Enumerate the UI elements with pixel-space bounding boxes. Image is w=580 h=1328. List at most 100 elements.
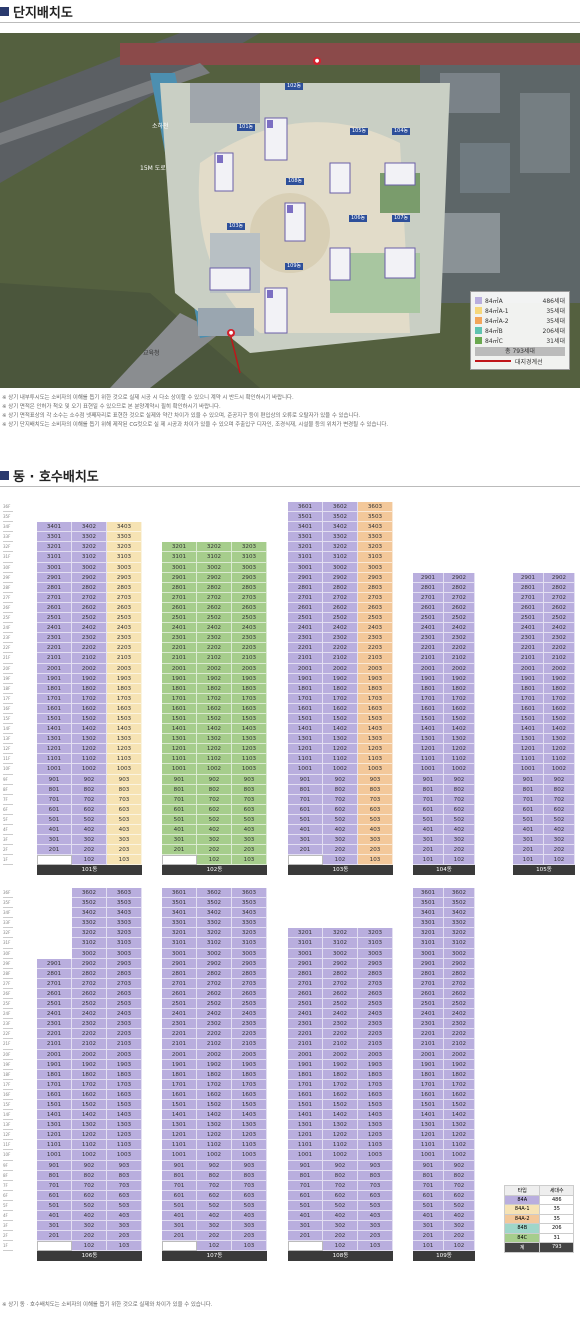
unit-cell: 3203: [232, 542, 267, 553]
unit-cell: 701: [162, 794, 197, 805]
unit-grid: 3201 3202 3203 3101 3102 3103 3001 3002 3003 2901…: [288, 928, 393, 1252]
unit-cell: 2501: [413, 999, 444, 1010]
empty-cell: [37, 938, 72, 948]
unit-cell: 201: [162, 845, 197, 856]
unit-cell: 801: [288, 784, 323, 795]
unit-cell: 1702: [323, 693, 358, 704]
unit-cell: 2902: [197, 958, 232, 969]
unit-cell: 303: [358, 1221, 393, 1232]
unit-cell: 502: [544, 814, 575, 826]
legend-row: 84㎡C 31세대: [475, 335, 565, 345]
unit-cell: 501: [37, 814, 72, 825]
unit-cell: 2901: [513, 572, 544, 583]
legend-swatch: [475, 296, 482, 304]
unit-cell: 501: [413, 1200, 444, 1211]
unit-cell: 402: [72, 825, 107, 836]
unit-cell: 2202: [72, 1029, 107, 1040]
unit-cell: 2102: [197, 653, 232, 664]
unit-cell: 2401: [413, 623, 444, 634]
unit-cell: 1702: [544, 693, 575, 704]
legend-swatch: [475, 306, 482, 314]
unit-cell: 2603: [358, 602, 393, 614]
unit-cell: 3403: [107, 522, 142, 533]
unit-cell: 3102: [444, 938, 475, 949]
unit-cell: 3003: [232, 562, 267, 573]
unit-cell: 1202: [544, 744, 575, 755]
unit-cell: 2302: [72, 633, 107, 644]
unit-cell: 2003: [107, 663, 142, 674]
unit-cell: 2902: [197, 572, 232, 583]
floor-label: 15F: [3, 1100, 13, 1111]
unit-cell: 1703: [358, 1079, 393, 1090]
unit-cell: 602: [444, 804, 475, 815]
unit-cell: 3502: [72, 898, 107, 909]
unit-cell: 2903: [358, 572, 393, 583]
unit-cell: 2702: [323, 978, 358, 989]
boundary-line-icon: [475, 360, 511, 362]
unit-cell: 401: [513, 825, 544, 836]
unit-cell: 103: [232, 855, 267, 866]
unit-cell: 2402: [197, 1009, 232, 1020]
unit-cell: 102: [197, 855, 232, 866]
unit-cell: 2303: [232, 1019, 267, 1030]
unit-cell: 1703: [107, 693, 142, 704]
unit-cell: 1002: [323, 1150, 358, 1161]
unit-cell: 2002: [72, 663, 107, 674]
unit-cell: 1701: [413, 693, 444, 704]
unit-cell: 2802: [444, 582, 475, 593]
unit-layout-title: 동 · 호수배치도: [0, 466, 99, 485]
title-divider: [0, 22, 580, 23]
unit-cell: 303: [232, 835, 267, 846]
building-tag-109: 109동: [285, 263, 304, 270]
unit-cell: 1303: [358, 734, 393, 745]
unit-cell: 2202: [72, 643, 107, 654]
unit-cell: 703: [232, 1180, 267, 1191]
unit-cell: 1701: [288, 1079, 323, 1090]
entrance-pin-icon: ●: [313, 57, 321, 65]
unit-cell: 1903: [232, 673, 267, 684]
unit-cell: 902: [544, 774, 575, 785]
unit-cell: 2402: [72, 1009, 107, 1020]
unit-cell: 702: [72, 794, 107, 805]
unit-cell: 2301: [162, 1019, 197, 1030]
unit-cell: 2503: [358, 999, 393, 1010]
unit-cell: 1802: [444, 1069, 475, 1080]
unit-cell: 301: [288, 1221, 323, 1232]
unit-cell: 2202: [544, 643, 575, 654]
unit-cell: 3201: [162, 542, 197, 553]
floor-label: 14F: [3, 1110, 13, 1121]
unit-cell: 1003: [107, 1150, 142, 1161]
unit-cell: 703: [107, 1180, 142, 1191]
unit-cell: 3003: [232, 948, 267, 959]
unit-cell: 301: [162, 1221, 197, 1232]
unit-cell: 1603: [232, 703, 267, 714]
unit-cell: 1302: [323, 1120, 358, 1131]
unit-cell: 2902: [323, 958, 358, 969]
unit-cell: 1602: [544, 703, 575, 714]
unit-cell: 2202: [444, 643, 475, 654]
unit-cell: 1803: [107, 683, 142, 694]
unit-cell: 2502: [197, 613, 232, 624]
unit-cell: 1303: [232, 734, 267, 745]
building-label: 108동: [288, 1251, 393, 1262]
unit-cell: 1902: [323, 673, 358, 684]
unit-cell: 3402: [72, 522, 107, 533]
unit-cell: 1902: [72, 673, 107, 684]
unit-cell: 2601: [162, 602, 197, 614]
building-103동: 3601 3602 3603 3501 3502 3503 3401 3402 3403 3301…: [288, 502, 393, 876]
unit-cell: 2702: [197, 978, 232, 989]
unit-cell: 1203: [358, 1130, 393, 1141]
unit-cell: 702: [444, 1180, 475, 1191]
unit-cell: 2301: [413, 633, 444, 644]
unit-cell: 2402: [444, 623, 475, 634]
unit-cell: 3001: [288, 948, 323, 959]
unit-cell: 1403: [232, 1110, 267, 1121]
unit-cell: 2402: [323, 623, 358, 634]
unit-cell: 502: [197, 1200, 232, 1211]
unit-cell: 1302: [444, 1120, 475, 1131]
building-tag-106: 106동: [349, 215, 368, 222]
unit-cell: 3103: [358, 552, 393, 563]
unit-cell: 1202: [72, 1130, 107, 1141]
unit-cell: 1003: [107, 764, 142, 775]
unit-cell: 3203: [107, 928, 142, 939]
